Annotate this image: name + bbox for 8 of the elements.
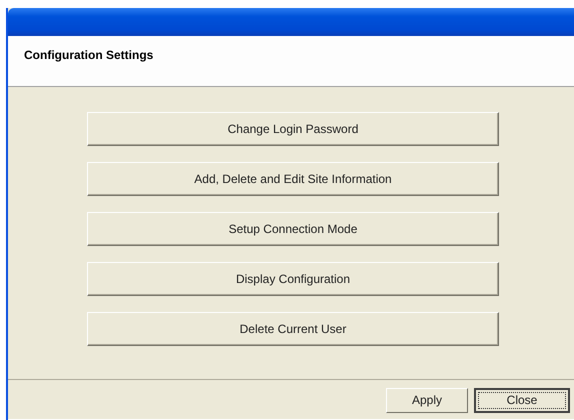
apply-button[interactable]: Apply	[386, 388, 468, 412]
option-button[interactable]: Setup Connection Mode	[87, 212, 499, 246]
window-title: Configuration Settings	[24, 48, 154, 62]
option-button[interactable]: Change Login Password	[87, 112, 499, 146]
option-button[interactable]: Add, Delete and Edit Site Information	[87, 162, 499, 196]
option-button[interactable]: Delete Current User	[87, 312, 499, 346]
option-button[interactable]: Display Configuration	[87, 262, 499, 296]
close-button[interactable]: Close	[474, 388, 570, 412]
